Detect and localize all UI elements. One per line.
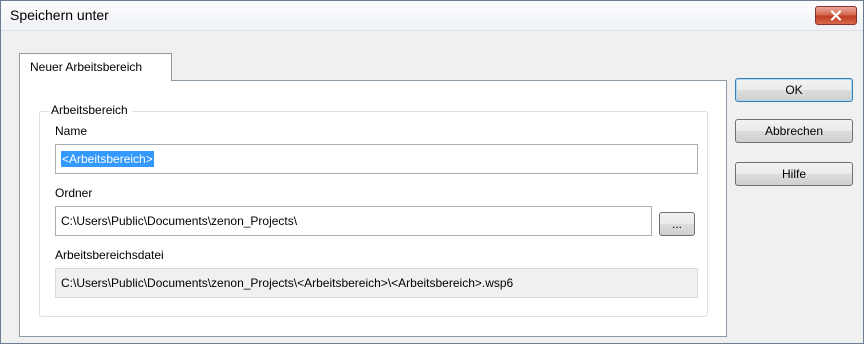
folder-field-value: C:\Users\Public\Documents\zenon_Projects… [61, 214, 298, 228]
help-button[interactable]: Hilfe [735, 162, 853, 186]
title-bar[interactable]: Speichern unter [1, 1, 863, 31]
cancel-button[interactable]: Abbrechen [735, 119, 853, 143]
name-field[interactable]: <Arbeitsbereich> [55, 144, 698, 174]
name-label: Name [55, 124, 88, 138]
workspace-file-field: C:\Users\Public\Documents\zenon_Projects… [55, 268, 698, 298]
groupbox-legend: Arbeitsbereich [49, 103, 132, 117]
close-button[interactable] [815, 6, 857, 25]
browse-folder-button[interactable]: ... [659, 212, 695, 236]
help-button-label: Hilfe [781, 167, 806, 181]
browse-button-label: ... [671, 217, 682, 231]
close-icon [830, 10, 842, 21]
ok-button-label: OK [785, 83, 803, 97]
cancel-button-label: Abbrechen [764, 124, 824, 138]
save-as-dialog: Speichern unter Neuer Arbeitsbereich Arb… [0, 0, 864, 344]
folder-label: Ordner [55, 186, 93, 200]
workspace-file-value: C:\Users\Public\Documents\zenon_Projects… [61, 276, 514, 290]
tab-new-workspace[interactable]: Neuer Arbeitsbereich [19, 53, 172, 81]
dialog-title: Speichern unter [10, 7, 109, 23]
workspace-file-label: Arbeitsbereichsdatei [55, 248, 164, 262]
folder-field[interactable]: C:\Users\Public\Documents\zenon_Projects… [55, 206, 652, 236]
ok-button[interactable]: OK [735, 78, 853, 102]
name-field-value: <Arbeitsbereich> [61, 151, 154, 167]
